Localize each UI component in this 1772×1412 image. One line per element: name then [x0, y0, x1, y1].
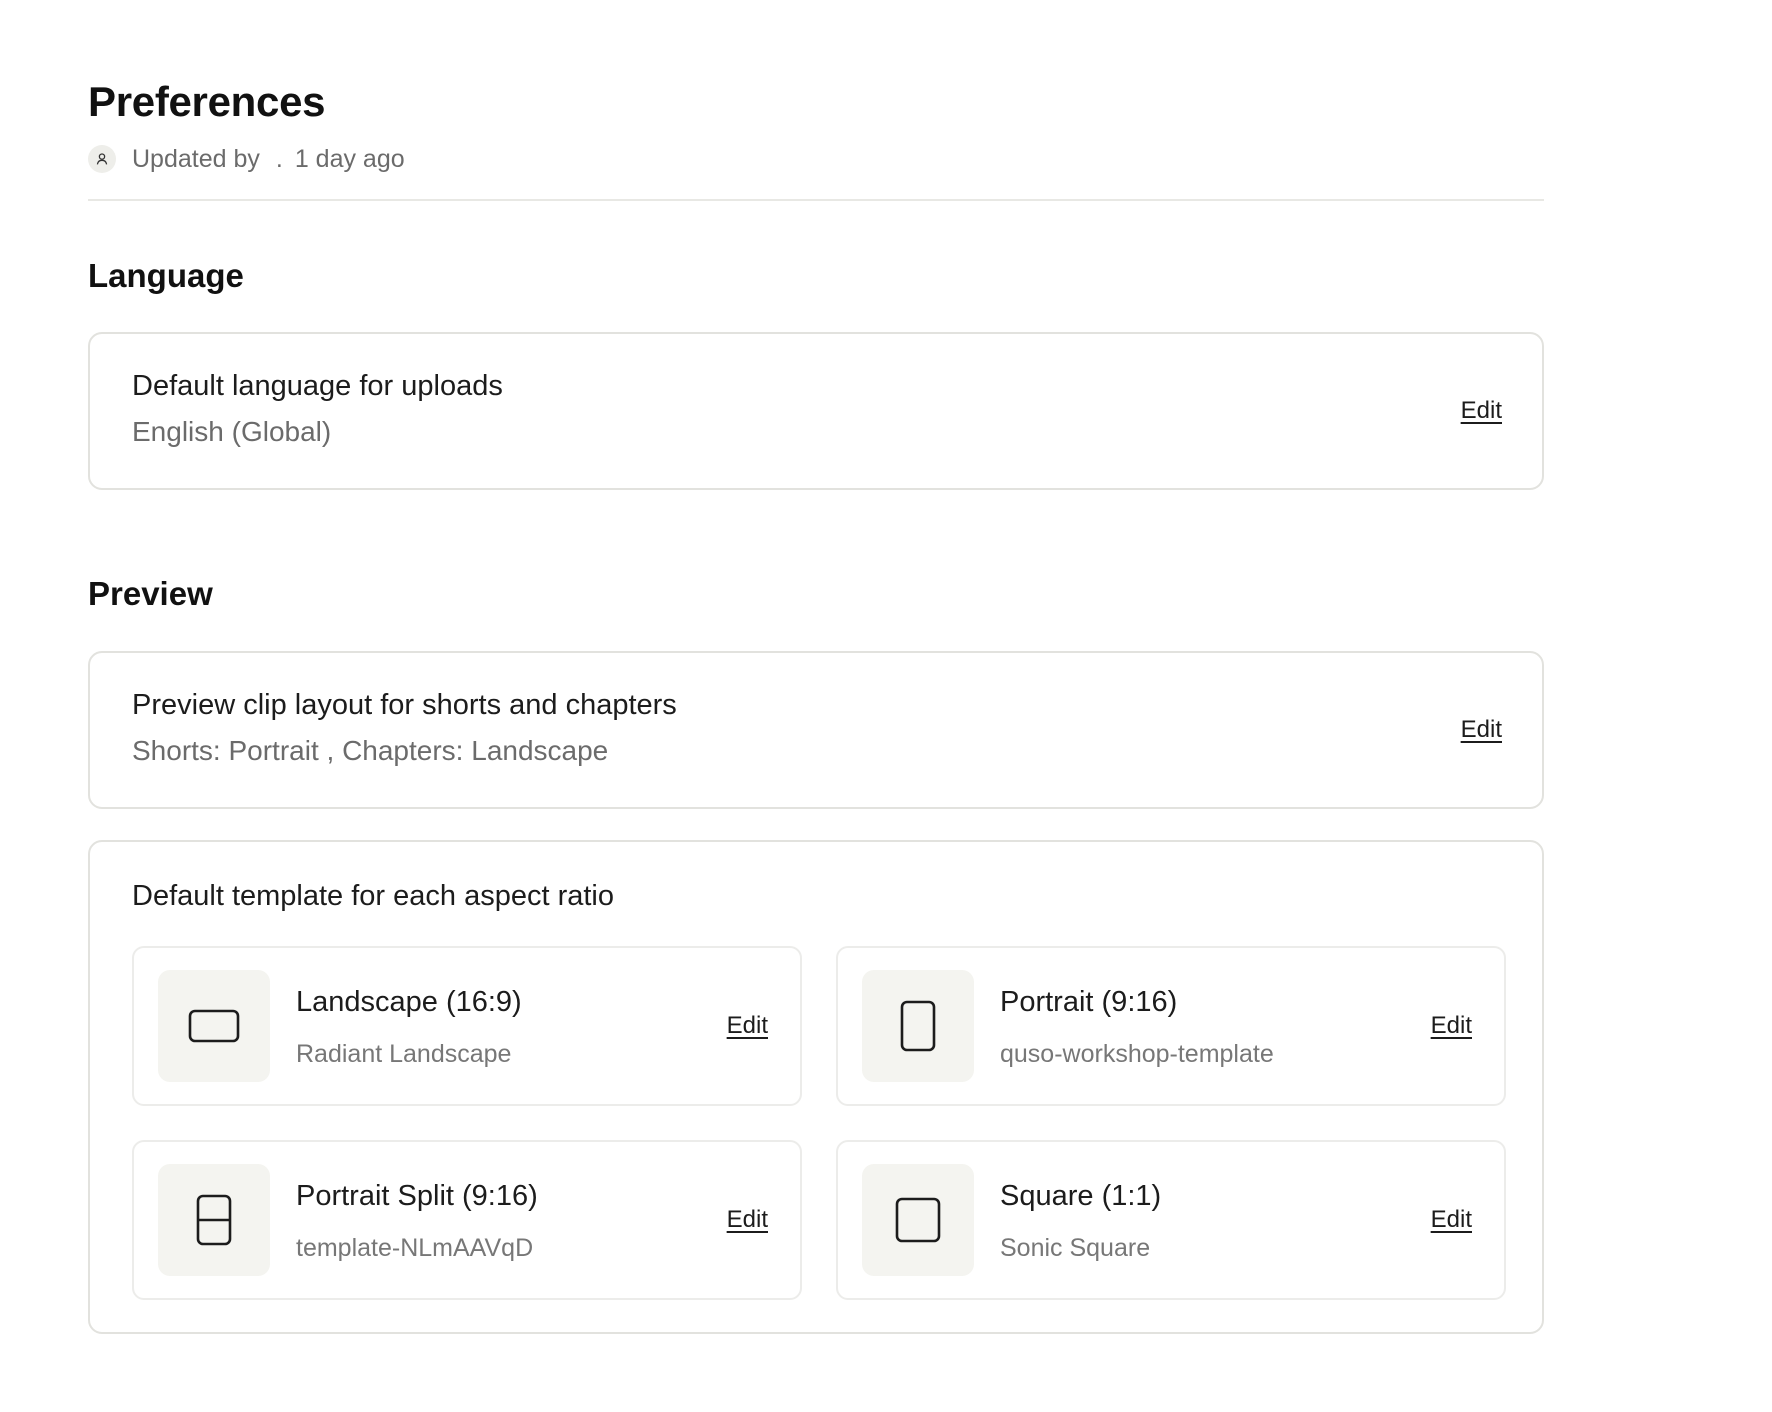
edit-portrait-template-button[interactable]: Edit	[1431, 1011, 1472, 1041]
updated-meta: Updated by . 1 day ago	[88, 144, 405, 174]
clip-layout-card: Preview clip layout for shorts and chapt…	[88, 651, 1544, 809]
page-title: Preferences	[88, 78, 326, 125]
edit-square-template-button[interactable]: Edit	[1431, 1205, 1472, 1235]
template-tile-portrait: Portrait (9:16) quso-workshop-template E…	[836, 946, 1506, 1106]
meta-separator: .	[275, 145, 283, 173]
language-card: Default language for uploads English (Gl…	[88, 332, 1544, 490]
language-value: English (Global)	[132, 416, 332, 447]
default-templates-card: Default template for each aspect ratio L…	[88, 840, 1544, 1334]
template-tile-title: Portrait (9:16)	[1000, 986, 1178, 1018]
template-tile-title: Landscape (16:9)	[296, 986, 522, 1018]
template-tile-portrait-split: Portrait Split (9:16) template-NLmAAVqD …	[132, 1140, 802, 1300]
edit-portrait-split-template-button[interactable]: Edit	[727, 1205, 768, 1235]
edit-clip-layout-button[interactable]: Edit	[1461, 715, 1502, 745]
updated-time: 1 day ago	[294, 145, 405, 173]
clip-layout-value: Shorts: Portrait , Chapters: Landscape	[132, 735, 609, 766]
landscape-icon	[158, 970, 270, 1082]
updated-by-text: Updated by	[132, 145, 260, 173]
edit-language-button[interactable]: Edit	[1461, 396, 1502, 426]
portrait-split-icon	[158, 1164, 270, 1276]
square-icon	[862, 1164, 974, 1276]
template-tile-title: Portrait Split (9:16)	[296, 1180, 538, 1212]
template-tile-landscape: Landscape (16:9) Radiant Landscape Edit	[132, 946, 802, 1106]
language-label: Default language for uploads	[132, 370, 503, 402]
template-tile-name: Radiant Landscape	[296, 1040, 512, 1068]
edit-landscape-template-button[interactable]: Edit	[727, 1011, 768, 1041]
default-templates-label: Default template for each aspect ratio	[132, 880, 614, 912]
portrait-icon	[862, 970, 974, 1082]
template-tile-square: Square (1:1) Sonic Square Edit	[836, 1140, 1506, 1300]
template-tile-name: template-NLmAAVqD	[296, 1234, 534, 1262]
template-tile-name: quso-workshop-template	[1000, 1040, 1274, 1068]
language-section-title: Language	[88, 257, 244, 294]
preview-section-title: Preview	[88, 575, 213, 612]
template-tile-title: Square (1:1)	[1000, 1180, 1162, 1212]
clip-layout-label: Preview clip layout for shorts and chapt…	[132, 689, 677, 721]
user-icon	[88, 145, 116, 173]
header-divider	[88, 199, 1544, 201]
template-tile-name: Sonic Square	[1000, 1234, 1151, 1262]
